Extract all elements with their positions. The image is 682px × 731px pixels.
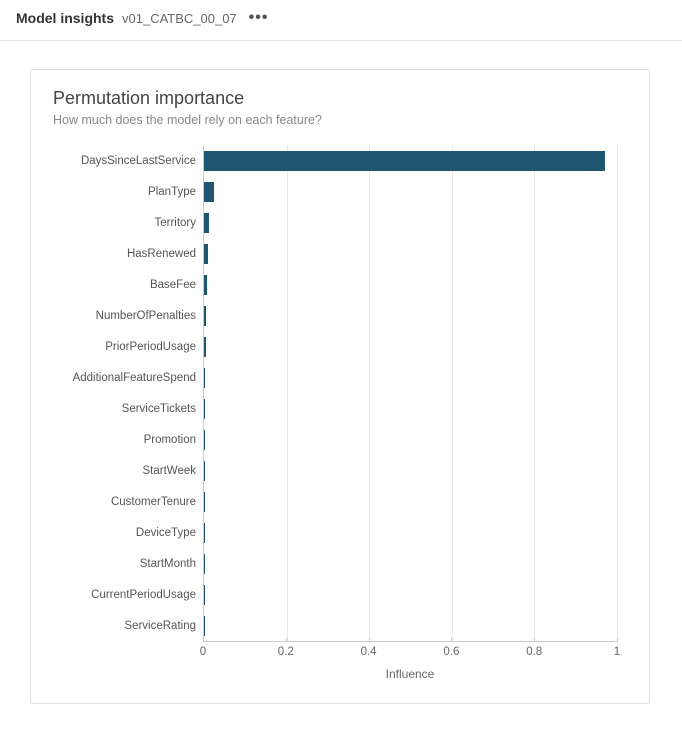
card-title: Permutation importance (53, 88, 627, 109)
chart-row: PlanType (204, 182, 617, 202)
chart-row: HasRenewed (204, 244, 617, 264)
x-tick-label: 0.8 (526, 646, 542, 658)
x-tick-mark (617, 638, 618, 642)
card-subtitle: How much does the model rely on each fea… (53, 113, 627, 127)
bar (204, 306, 206, 326)
feature-label: CustomerTenure (111, 496, 204, 508)
chart-row: AdditionalFeatureSpend (204, 368, 617, 388)
chart-row: CustomerTenure (204, 492, 617, 512)
chart-row: DaysSinceLastService (204, 151, 617, 171)
feature-label: DeviceType (136, 527, 204, 539)
x-tick-label: 0 (200, 646, 206, 658)
chart-row: StartWeek (204, 461, 617, 481)
chart-row: ServiceRating (204, 616, 617, 636)
feature-label: BaseFee (150, 279, 204, 291)
x-axis-label: Influence (203, 667, 617, 681)
feature-label: DaysSinceLastService (81, 155, 204, 167)
chart-row: CurrentPeriodUsage (204, 585, 617, 605)
x-tick-label: 0.2 (278, 646, 294, 658)
bar (204, 368, 205, 388)
bar (204, 492, 205, 512)
permutation-importance-card: Permutation importance How much does the… (30, 69, 650, 704)
bar (204, 337, 206, 357)
chart-row: PriorPeriodUsage (204, 337, 617, 357)
feature-label: CurrentPeriodUsage (91, 589, 204, 601)
bar (204, 213, 209, 233)
bar (204, 151, 605, 171)
feature-label: Promotion (144, 434, 204, 446)
x-tick-mark (369, 638, 370, 642)
chart-row: DeviceType (204, 523, 617, 543)
chart-row: ServiceTickets (204, 399, 617, 419)
x-tick-mark (451, 638, 452, 642)
chart-row: Promotion (204, 430, 617, 450)
feature-label: ServiceRating (124, 620, 204, 632)
chart-row: NumberOfPenalties (204, 306, 617, 326)
x-tick-label: 0.4 (361, 646, 377, 658)
bar (204, 430, 205, 450)
chart-row: Territory (204, 213, 617, 233)
bar (204, 275, 207, 295)
bar (204, 523, 205, 543)
x-tick-mark (203, 638, 204, 642)
x-tick-mark (286, 638, 287, 642)
feature-label: PlanType (148, 186, 204, 198)
bar (204, 244, 208, 264)
more-icon[interactable]: ••• (245, 10, 273, 26)
bar (204, 461, 205, 481)
permutation-importance-chart: DaysSinceLastService PlanType Territory Has… (53, 145, 627, 681)
feature-label: StartMonth (140, 558, 204, 570)
feature-label: PriorPeriodUsage (105, 341, 204, 353)
feature-label: HasRenewed (127, 248, 204, 260)
feature-label: AdditionalFeatureSpend (73, 372, 204, 384)
feature-label: StartWeek (143, 465, 204, 477)
feature-label: Territory (154, 217, 204, 229)
x-tick-mark (534, 638, 535, 642)
x-tick-label: 0.6 (443, 646, 459, 658)
chart-row: BaseFee (204, 275, 617, 295)
feature-label: NumberOfPenalties (96, 310, 204, 322)
plot-area: DaysSinceLastService PlanType Territory Has… (203, 145, 617, 641)
chart-row: StartMonth (204, 554, 617, 574)
header-title: Model insights (16, 10, 114, 26)
feature-label: ServiceTickets (122, 403, 204, 415)
bar (204, 399, 205, 419)
x-axis: 0 0.2 0.4 0.6 0.8 1 (203, 641, 617, 665)
header-subtitle: v01_CATBC_00_07 (122, 11, 237, 26)
gridline (617, 145, 618, 641)
bar (204, 182, 214, 202)
page-header: Model insights v01_CATBC_00_07 ••• (0, 0, 682, 41)
x-tick-label: 1 (614, 646, 620, 658)
